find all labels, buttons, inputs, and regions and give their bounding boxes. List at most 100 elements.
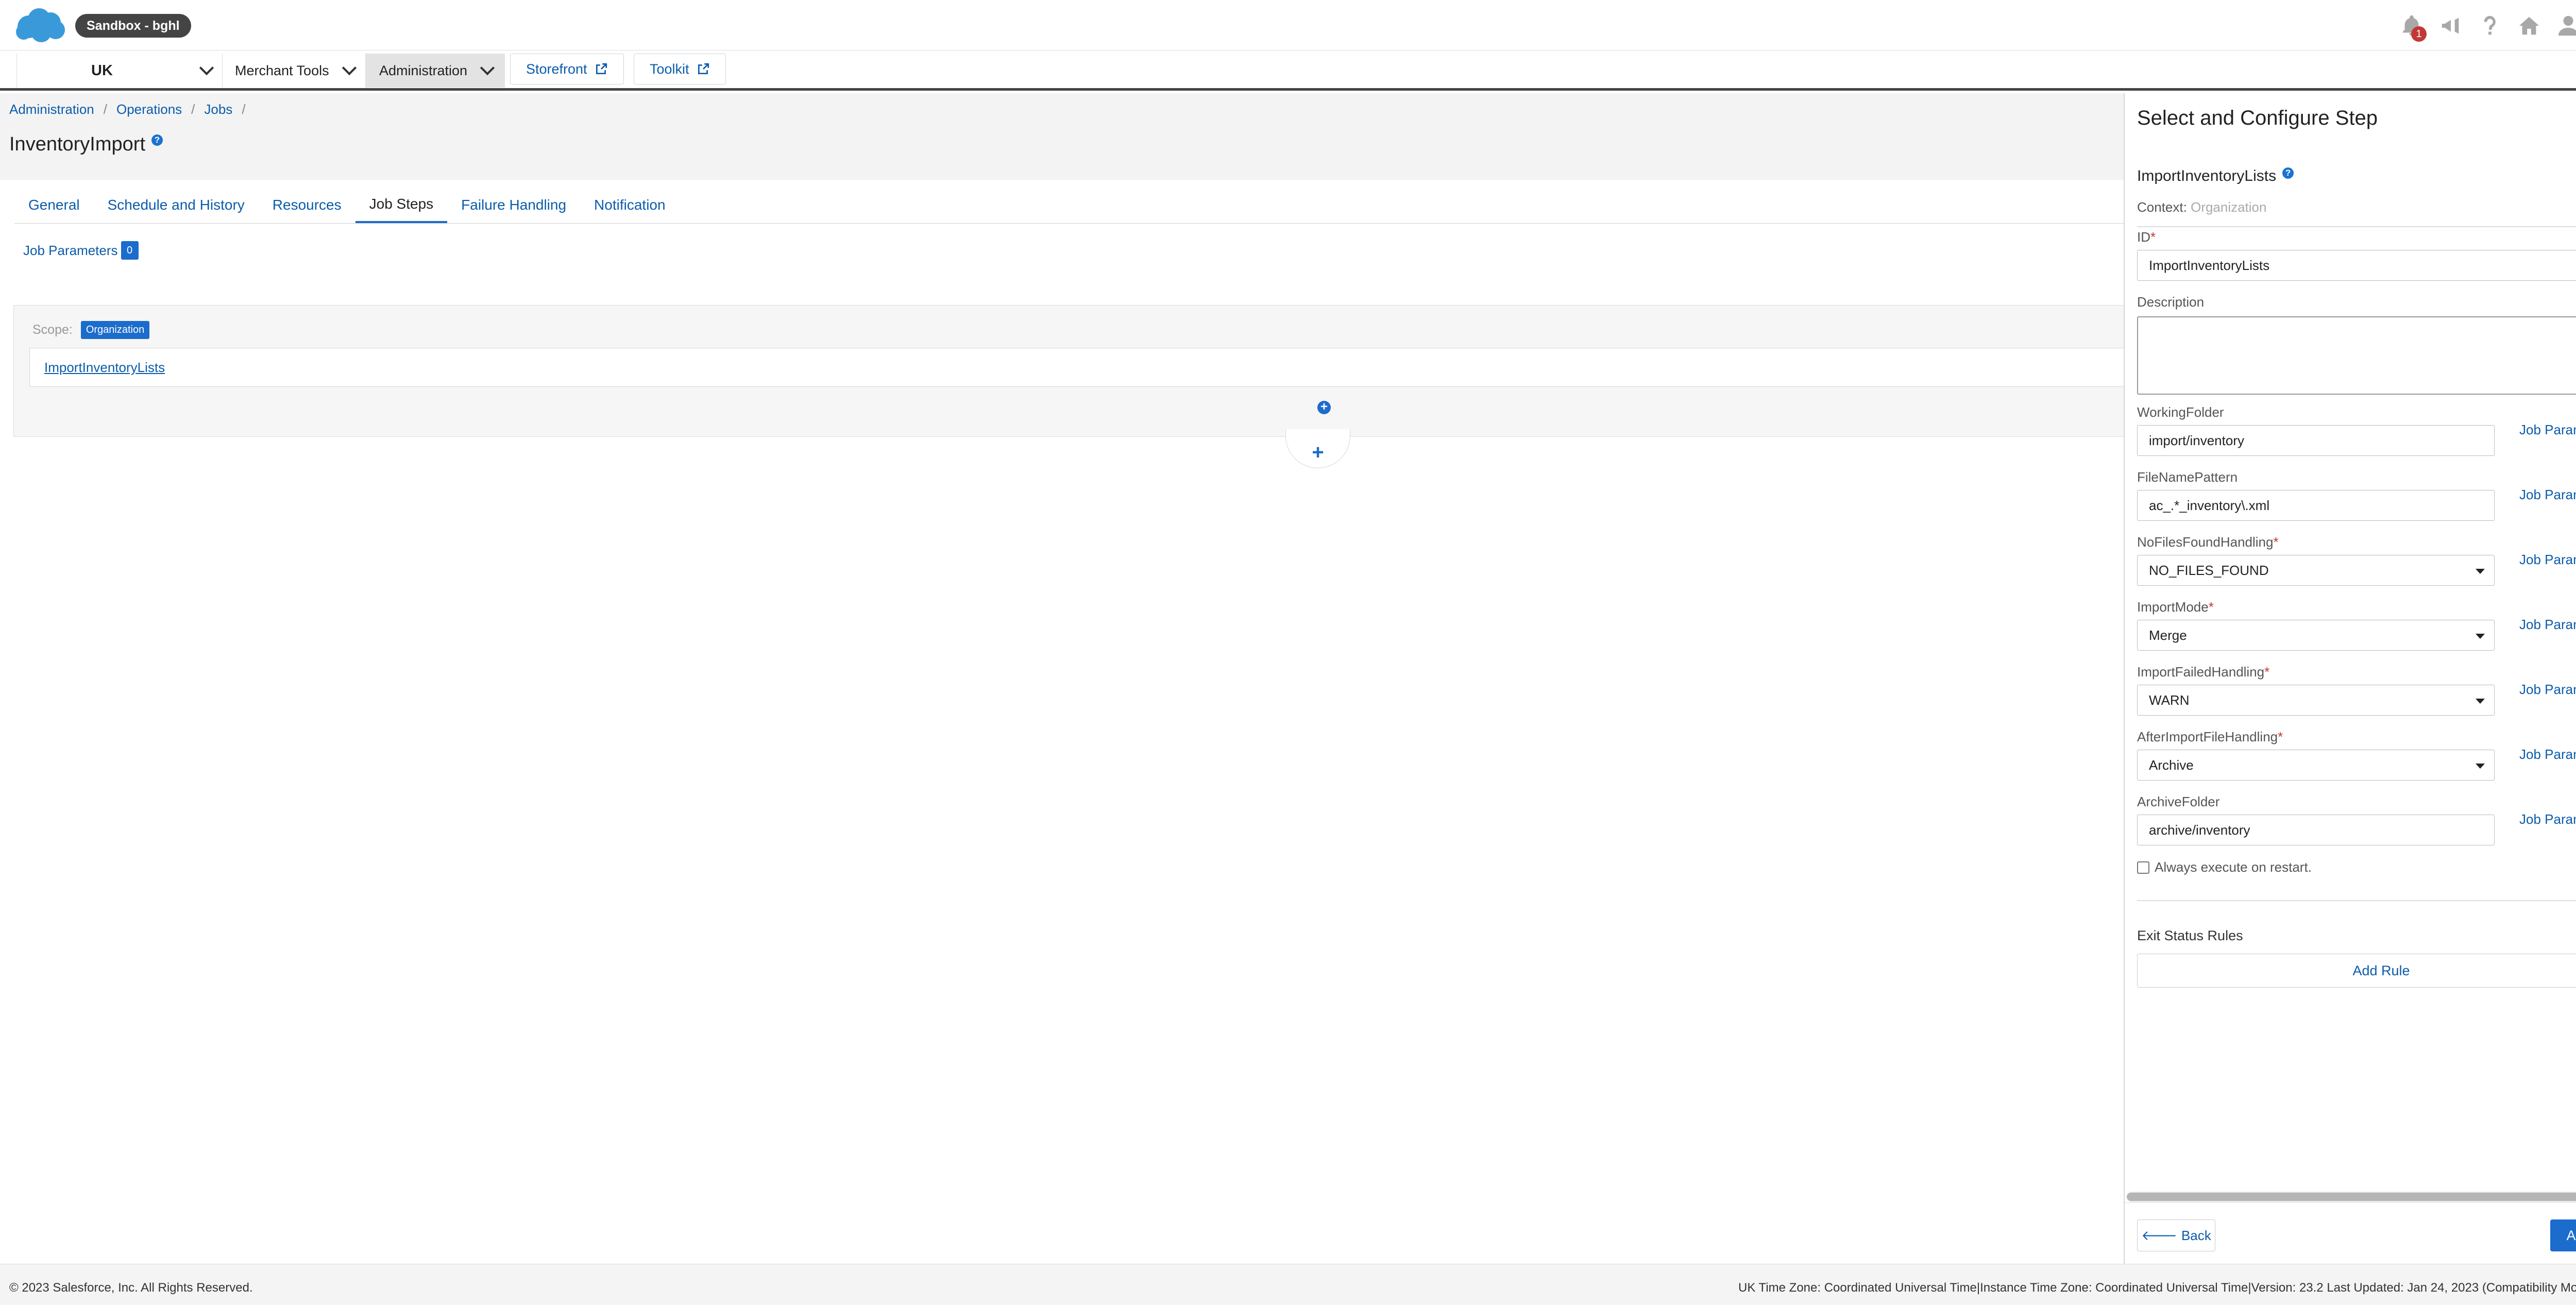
dropdown-arrow-icon <box>2476 634 2485 639</box>
import-mode-job-parameters-link[interactable]: Job Parameters <box>2519 617 2576 633</box>
help-icon[interactable] <box>2477 13 2503 39</box>
tab-resources[interactable]: Resources <box>259 187 355 224</box>
tab-job-steps[interactable]: Job Steps <box>355 187 448 224</box>
archive-folder-job-parameters-link[interactable]: Job Parameters <box>2519 811 2576 827</box>
breadcrumb-operations[interactable]: Operations <box>116 101 182 117</box>
no-files-found-handling-label: NoFilesFoundHandling* <box>2137 534 2279 550</box>
id-label: ID* <box>2137 229 2156 245</box>
panel-title: Select and Configure Step <box>2137 107 2378 129</box>
arrow-left-icon: 🡐 <box>2141 1227 2177 1243</box>
assign-button[interactable]: Assign <box>2550 1219 2576 1251</box>
job-parameters-label: Job Parameters <box>23 242 118 258</box>
page-header: Administration / Operations / Jobs / Inv… <box>0 93 2124 180</box>
chevron-down-icon <box>342 60 357 76</box>
breadcrumb-separator: / <box>103 101 107 117</box>
import-failed-job-parameters-link[interactable]: Job Parameters <box>2519 682 2576 698</box>
help-circle-icon[interactable]: ? <box>151 134 163 146</box>
context-line: Context: Organization <box>2137 199 2266 215</box>
import-mode-label: ImportMode* <box>2137 599 2214 615</box>
import-failed-handling-label: ImportFailedHandling* <box>2137 664 2270 680</box>
user-icon[interactable] <box>2555 13 2576 39</box>
dropdown-arrow-icon <box>2476 569 2485 574</box>
announcements-megaphone-icon[interactable] <box>2438 13 2464 39</box>
after-import-file-handling-label: AfterImportFileHandling* <box>2137 729 2283 744</box>
storefront-label: Storefront <box>526 61 587 77</box>
add-step-circle-icon[interactable]: + <box>1317 401 1331 414</box>
breadcrumb-administration[interactable]: Administration <box>9 101 94 117</box>
main-navbar: UK Merchant Tools Administration Storefr… <box>0 50 2576 91</box>
step-name: ImportInventoryLists ? <box>2137 167 2294 185</box>
notifications-icon[interactable]: 1 <box>2399 13 2427 42</box>
scope-label-text: Scope: <box>32 323 73 337</box>
job-tabs: General Schedule and History Resources J… <box>14 187 680 224</box>
dropdown-arrow-icon <box>2476 699 2485 704</box>
external-link-icon <box>698 63 709 75</box>
job-parameters-count: 0 <box>121 241 139 260</box>
file-name-pattern-label: FileNamePattern <box>2137 469 2238 485</box>
administration-menu[interactable]: Administration <box>366 54 505 88</box>
top-header: Sandbox - bghl 1 <box>0 0 2576 50</box>
divider <box>2137 900 2576 901</box>
step-name-text: ImportInventoryLists <box>2137 167 2277 184</box>
archive-folder-label: ArchiveFolder <box>2137 794 2220 809</box>
add-flow-button[interactable]: + <box>1285 429 1350 468</box>
scrollbar-thumb[interactable] <box>2127 1193 2576 1201</box>
top-icons: 1 <box>2399 11 2576 42</box>
tabs-divider <box>14 223 2124 224</box>
site-selector[interactable]: UK <box>16 54 223 88</box>
page-title-text: InventoryImport <box>9 133 145 155</box>
salesforce-cloud-icon[interactable] <box>14 6 66 43</box>
file-name-pattern-job-parameters-link[interactable]: Job Parameters <box>2519 487 2576 503</box>
exit-status-rules-heading: Exit Status Rules <box>2137 928 2243 943</box>
no-files-found-job-parameters-link[interactable]: Job Parameters <box>2519 552 2576 568</box>
site-selector-label: UK <box>91 62 113 79</box>
dropdown-arrow-icon <box>2476 764 2485 769</box>
footer-meta-text: UK Time Zone: Coordinated Universal Time… <box>1738 1281 2576 1295</box>
sandbox-badge: Sandbox - bghl <box>75 14 191 38</box>
working-folder-label: WorkingFolder <box>2137 404 2224 420</box>
always-execute-checkbox[interactable] <box>2137 861 2149 874</box>
after-import-job-parameters-link[interactable]: Job Parameters <box>2519 747 2576 762</box>
external-link-icon <box>596 63 607 75</box>
import-failed-handling-select[interactable]: WARN <box>2137 685 2495 716</box>
toolkit-label: Toolkit <box>650 61 689 77</box>
home-icon[interactable] <box>2516 13 2542 39</box>
archive-folder-input[interactable]: archive/inventory <box>2137 815 2495 845</box>
context-value: Organization <box>2191 199 2267 215</box>
page-title: InventoryImport ? <box>9 133 163 156</box>
merchant-tools-menu[interactable]: Merchant Tools <box>223 54 366 88</box>
add-rule-button[interactable]: Add Rule <box>2137 954 2576 988</box>
merchant-tools-label: Merchant Tools <box>235 62 329 78</box>
import-failed-handling-value: WARN <box>2149 692 2190 708</box>
id-input[interactable]: ImportInventoryLists <box>2137 250 2576 281</box>
tab-failure-handling[interactable]: Failure Handling <box>447 187 580 224</box>
copyright-text: © 2023 Salesforce, Inc. All Rights Reser… <box>9 1281 253 1295</box>
import-mode-select[interactable]: Merge <box>2137 620 2495 651</box>
chevron-down-icon <box>480 60 495 76</box>
no-files-found-handling-select[interactable]: NO_FILES_FOUND <box>2137 555 2495 586</box>
toolkit-link[interactable]: Toolkit <box>634 54 726 84</box>
scope-label: Scope: Organization <box>32 321 150 339</box>
working-folder-input[interactable]: import/inventory <box>2137 425 2495 456</box>
back-button[interactable]: 🡐 Back <box>2137 1219 2215 1251</box>
storefront-link[interactable]: Storefront <box>510 54 624 84</box>
job-parameters-link[interactable]: Job Parameters 0 <box>23 241 139 260</box>
tab-general[interactable]: General <box>14 187 94 224</box>
panel-horizontal-scrollbar[interactable] <box>2127 1192 2576 1202</box>
help-circle-icon[interactable]: ? <box>2282 167 2294 179</box>
file-name-pattern-input[interactable]: ac_.*_inventory\.xml <box>2137 490 2495 521</box>
page-footer: © 2023 Salesforce, Inc. All Rights Reser… <box>0 1264 2576 1305</box>
job-step-link[interactable]: ImportInventoryLists <box>44 360 165 376</box>
tab-schedule-and-history[interactable]: Schedule and History <box>94 187 259 224</box>
always-execute-row[interactable]: Always execute on restart. <box>2137 859 2312 875</box>
panel-footer-divider <box>2125 1202 2576 1203</box>
tab-notification[interactable]: Notification <box>580 187 680 224</box>
back-label: Back <box>2181 1227 2211 1243</box>
notification-count-badge: 1 <box>2411 26 2427 42</box>
working-folder-job-parameters-link[interactable]: Job Parameters <box>2519 422 2576 438</box>
breadcrumb-separator: / <box>191 101 195 117</box>
description-textarea[interactable] <box>2137 316 2576 395</box>
job-step-row[interactable]: ImportInventoryLists <box>29 348 2124 387</box>
after-import-file-handling-select[interactable]: Archive <box>2137 750 2495 781</box>
breadcrumb-jobs[interactable]: Jobs <box>204 101 232 117</box>
